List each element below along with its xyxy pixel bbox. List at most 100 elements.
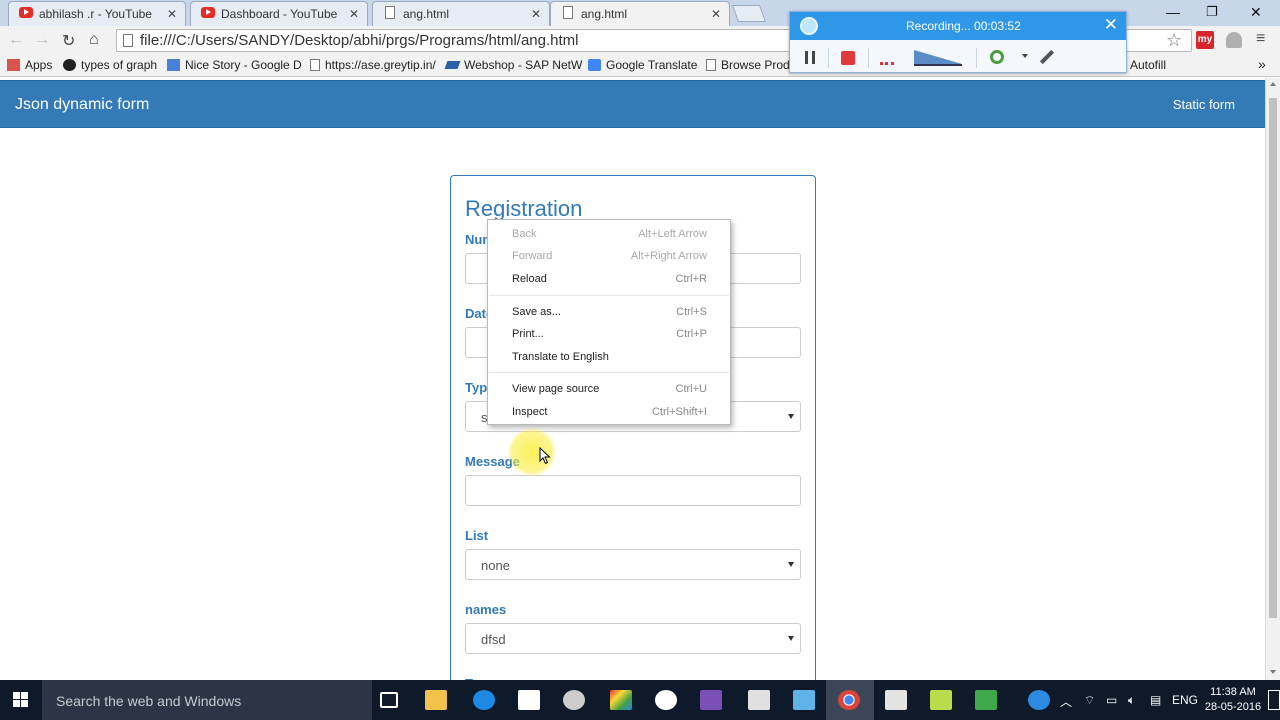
tab-ang-html-1[interactable]: ang.html ✕ bbox=[372, 1, 550, 26]
scrollbar-thumb[interactable] bbox=[1269, 98, 1277, 618]
document-icon bbox=[563, 6, 573, 19]
page-scrollbar[interactable] bbox=[1265, 78, 1280, 680]
menu-item-inspect[interactable]: Inspect Ctrl+Shift+I bbox=[488, 401, 730, 423]
visual-studio-icon[interactable] bbox=[700, 690, 722, 710]
update-icon[interactable] bbox=[1028, 690, 1050, 710]
task-view-icon[interactable] bbox=[380, 692, 398, 708]
url-text: file:///C:/Users/SANDY/Desktop/abhi/prgs… bbox=[140, 32, 579, 49]
scroll-up-icon[interactable] bbox=[1270, 82, 1276, 86]
bookmark-nice-story[interactable]: Nice Story - Google D bbox=[167, 58, 302, 72]
bookmark-webshop-sap[interactable]: Webshop - SAP NetW bbox=[444, 58, 583, 72]
divider bbox=[868, 48, 869, 68]
menu-item-shortcut: Ctrl+U bbox=[675, 383, 707, 395]
hp-icon[interactable] bbox=[655, 690, 677, 710]
tab-abhilash-youtube[interactable]: abhilash .r - YouTube ✕ bbox=[8, 1, 186, 26]
menu-item-forward[interactable]: Forward Alt+Right Arrow bbox=[488, 245, 730, 267]
bookmark-autofill[interactable]: Autofill bbox=[1130, 58, 1166, 72]
network-icon[interactable]: ⌔ bbox=[1084, 693, 1095, 708]
static-form-link[interactable]: Static form bbox=[1173, 97, 1235, 112]
volume-icon[interactable]: 🔈︎ bbox=[1128, 693, 1135, 708]
bookmark-greytip[interactable]: https://ase.greytip.in/ bbox=[310, 58, 436, 72]
menu-item-print[interactable]: Print... Ctrl+P bbox=[488, 323, 730, 345]
folder-icon[interactable] bbox=[930, 690, 952, 710]
file-explorer-icon[interactable] bbox=[425, 690, 447, 710]
new-tab-button[interactable] bbox=[731, 5, 767, 22]
chevron-down-icon[interactable] bbox=[1022, 54, 1028, 58]
bookmark-label: Nice Story - Google D bbox=[185, 58, 302, 72]
bookmark-label: Webshop - SAP NetW bbox=[464, 58, 583, 72]
menu-item-translate[interactable]: Translate to English bbox=[488, 346, 730, 368]
bookmark-types-of-graph[interactable]: types of graph bbox=[63, 58, 157, 72]
message-icon[interactable]: ▤ bbox=[1150, 693, 1161, 707]
stop-icon[interactable] bbox=[841, 51, 855, 65]
windows-start-icon[interactable] bbox=[13, 692, 29, 708]
page-navbar: Json dynamic form Static form bbox=[0, 80, 1265, 128]
menu-icon[interactable]: ≡ bbox=[1256, 30, 1265, 48]
language-indicator[interactable]: ENG bbox=[1172, 693, 1198, 707]
menu-item-save-as[interactable]: Save as... Ctrl+S bbox=[488, 301, 730, 323]
tab-title: abhilash .r - YouTube bbox=[39, 7, 152, 21]
tab-ang-html-active[interactable]: ang.html ✕ bbox=[550, 1, 730, 26]
pause-icon[interactable] bbox=[805, 51, 815, 64]
battery-icon[interactable]: ▭ bbox=[1106, 693, 1117, 707]
bookmark-star-icon[interactable]: ☆ bbox=[1166, 30, 1182, 51]
home-icon[interactable]: ⌂ bbox=[89, 31, 99, 49]
close-tab-icon[interactable]: ✕ bbox=[531, 7, 541, 21]
pen-icon[interactable] bbox=[1039, 49, 1055, 65]
scroll-down-icon[interactable] bbox=[1270, 670, 1276, 674]
close-tab-icon[interactable]: ✕ bbox=[167, 7, 177, 21]
menu-separator bbox=[489, 295, 729, 296]
paint-icon[interactable] bbox=[610, 690, 632, 710]
menu-item-shortcut: Ctrl+P bbox=[676, 328, 707, 340]
bookmark-apps[interactable]: Apps bbox=[7, 58, 52, 72]
names-select[interactable]: dfsd bbox=[465, 623, 801, 654]
chrome-icon[interactable] bbox=[838, 690, 860, 710]
close-recorder-icon[interactable]: ✕ bbox=[1104, 15, 1118, 35]
bookmark-label: Google Translate bbox=[606, 58, 698, 72]
menu-item-view-source[interactable]: View page source Ctrl+U bbox=[488, 378, 730, 400]
extension-my-icon[interactable]: my bbox=[1196, 31, 1214, 49]
close-window-icon[interactable]: ✕ bbox=[1250, 4, 1262, 21]
store-icon[interactable] bbox=[518, 690, 540, 710]
app-icon[interactable] bbox=[563, 690, 585, 710]
calculator-icon[interactable] bbox=[748, 690, 770, 710]
menu-item-back[interactable]: Back Alt+Left Arrow bbox=[488, 223, 730, 245]
app-grid-icon[interactable] bbox=[885, 690, 907, 710]
forward-arrow-icon[interactable]: → bbox=[34, 31, 50, 49]
menu-item-label: Forward bbox=[512, 250, 553, 262]
dropdown-arrow-icon bbox=[788, 636, 794, 641]
menu-item-label: View page source bbox=[512, 383, 600, 395]
tab-dashboard-youtube[interactable]: Dashboard - YouTube ✕ bbox=[190, 1, 368, 26]
extension-icon[interactable] bbox=[1226, 32, 1242, 48]
more-bookmarks-icon[interactable]: » bbox=[1258, 56, 1266, 72]
bookmark-google-translate[interactable]: Google Translate bbox=[588, 58, 697, 72]
taskbar-search-box[interactable]: Search the web and Windows bbox=[42, 680, 372, 720]
navbar-brand[interactable]: Json dynamic form bbox=[15, 96, 149, 114]
webcam-icon[interactable] bbox=[990, 50, 1004, 64]
close-tab-icon[interactable]: ✕ bbox=[349, 7, 359, 21]
google-docs-icon bbox=[167, 59, 180, 71]
back-arrow-icon[interactable]: ← bbox=[8, 31, 24, 49]
notification-icon[interactable] bbox=[1268, 690, 1280, 710]
tab-title: ang.html bbox=[403, 7, 450, 21]
reload-icon[interactable]: ↻ bbox=[62, 31, 75, 51]
youtube-icon bbox=[201, 7, 215, 18]
clock[interactable]: 11:38 AM 28-05-2016 bbox=[1203, 685, 1263, 715]
network-app-icon[interactable] bbox=[793, 690, 815, 710]
message-input[interactable] bbox=[465, 475, 801, 506]
minimize-icon[interactable]: — bbox=[1166, 4, 1180, 20]
close-tab-icon[interactable]: ✕ bbox=[711, 7, 721, 21]
sap-icon bbox=[444, 61, 461, 69]
edge-browser-icon[interactable] bbox=[473, 690, 495, 710]
menu-item-shortcut: Ctrl+R bbox=[675, 273, 707, 285]
chevron-up-icon[interactable]: ︿ bbox=[1060, 693, 1072, 710]
bookmark-browse-products[interactable]: Browse Produ bbox=[706, 58, 796, 72]
apps-grid-icon bbox=[7, 59, 20, 71]
list-select-value: none bbox=[481, 558, 510, 573]
menu-item-reload[interactable]: Reload Ctrl+R bbox=[488, 268, 730, 290]
page-icon bbox=[123, 34, 133, 47]
list-select[interactable]: none bbox=[465, 549, 801, 580]
volume-slider[interactable] bbox=[914, 50, 962, 66]
restore-icon[interactable]: ❐ bbox=[1206, 4, 1218, 20]
spreadsheet-icon[interactable] bbox=[975, 690, 997, 710]
